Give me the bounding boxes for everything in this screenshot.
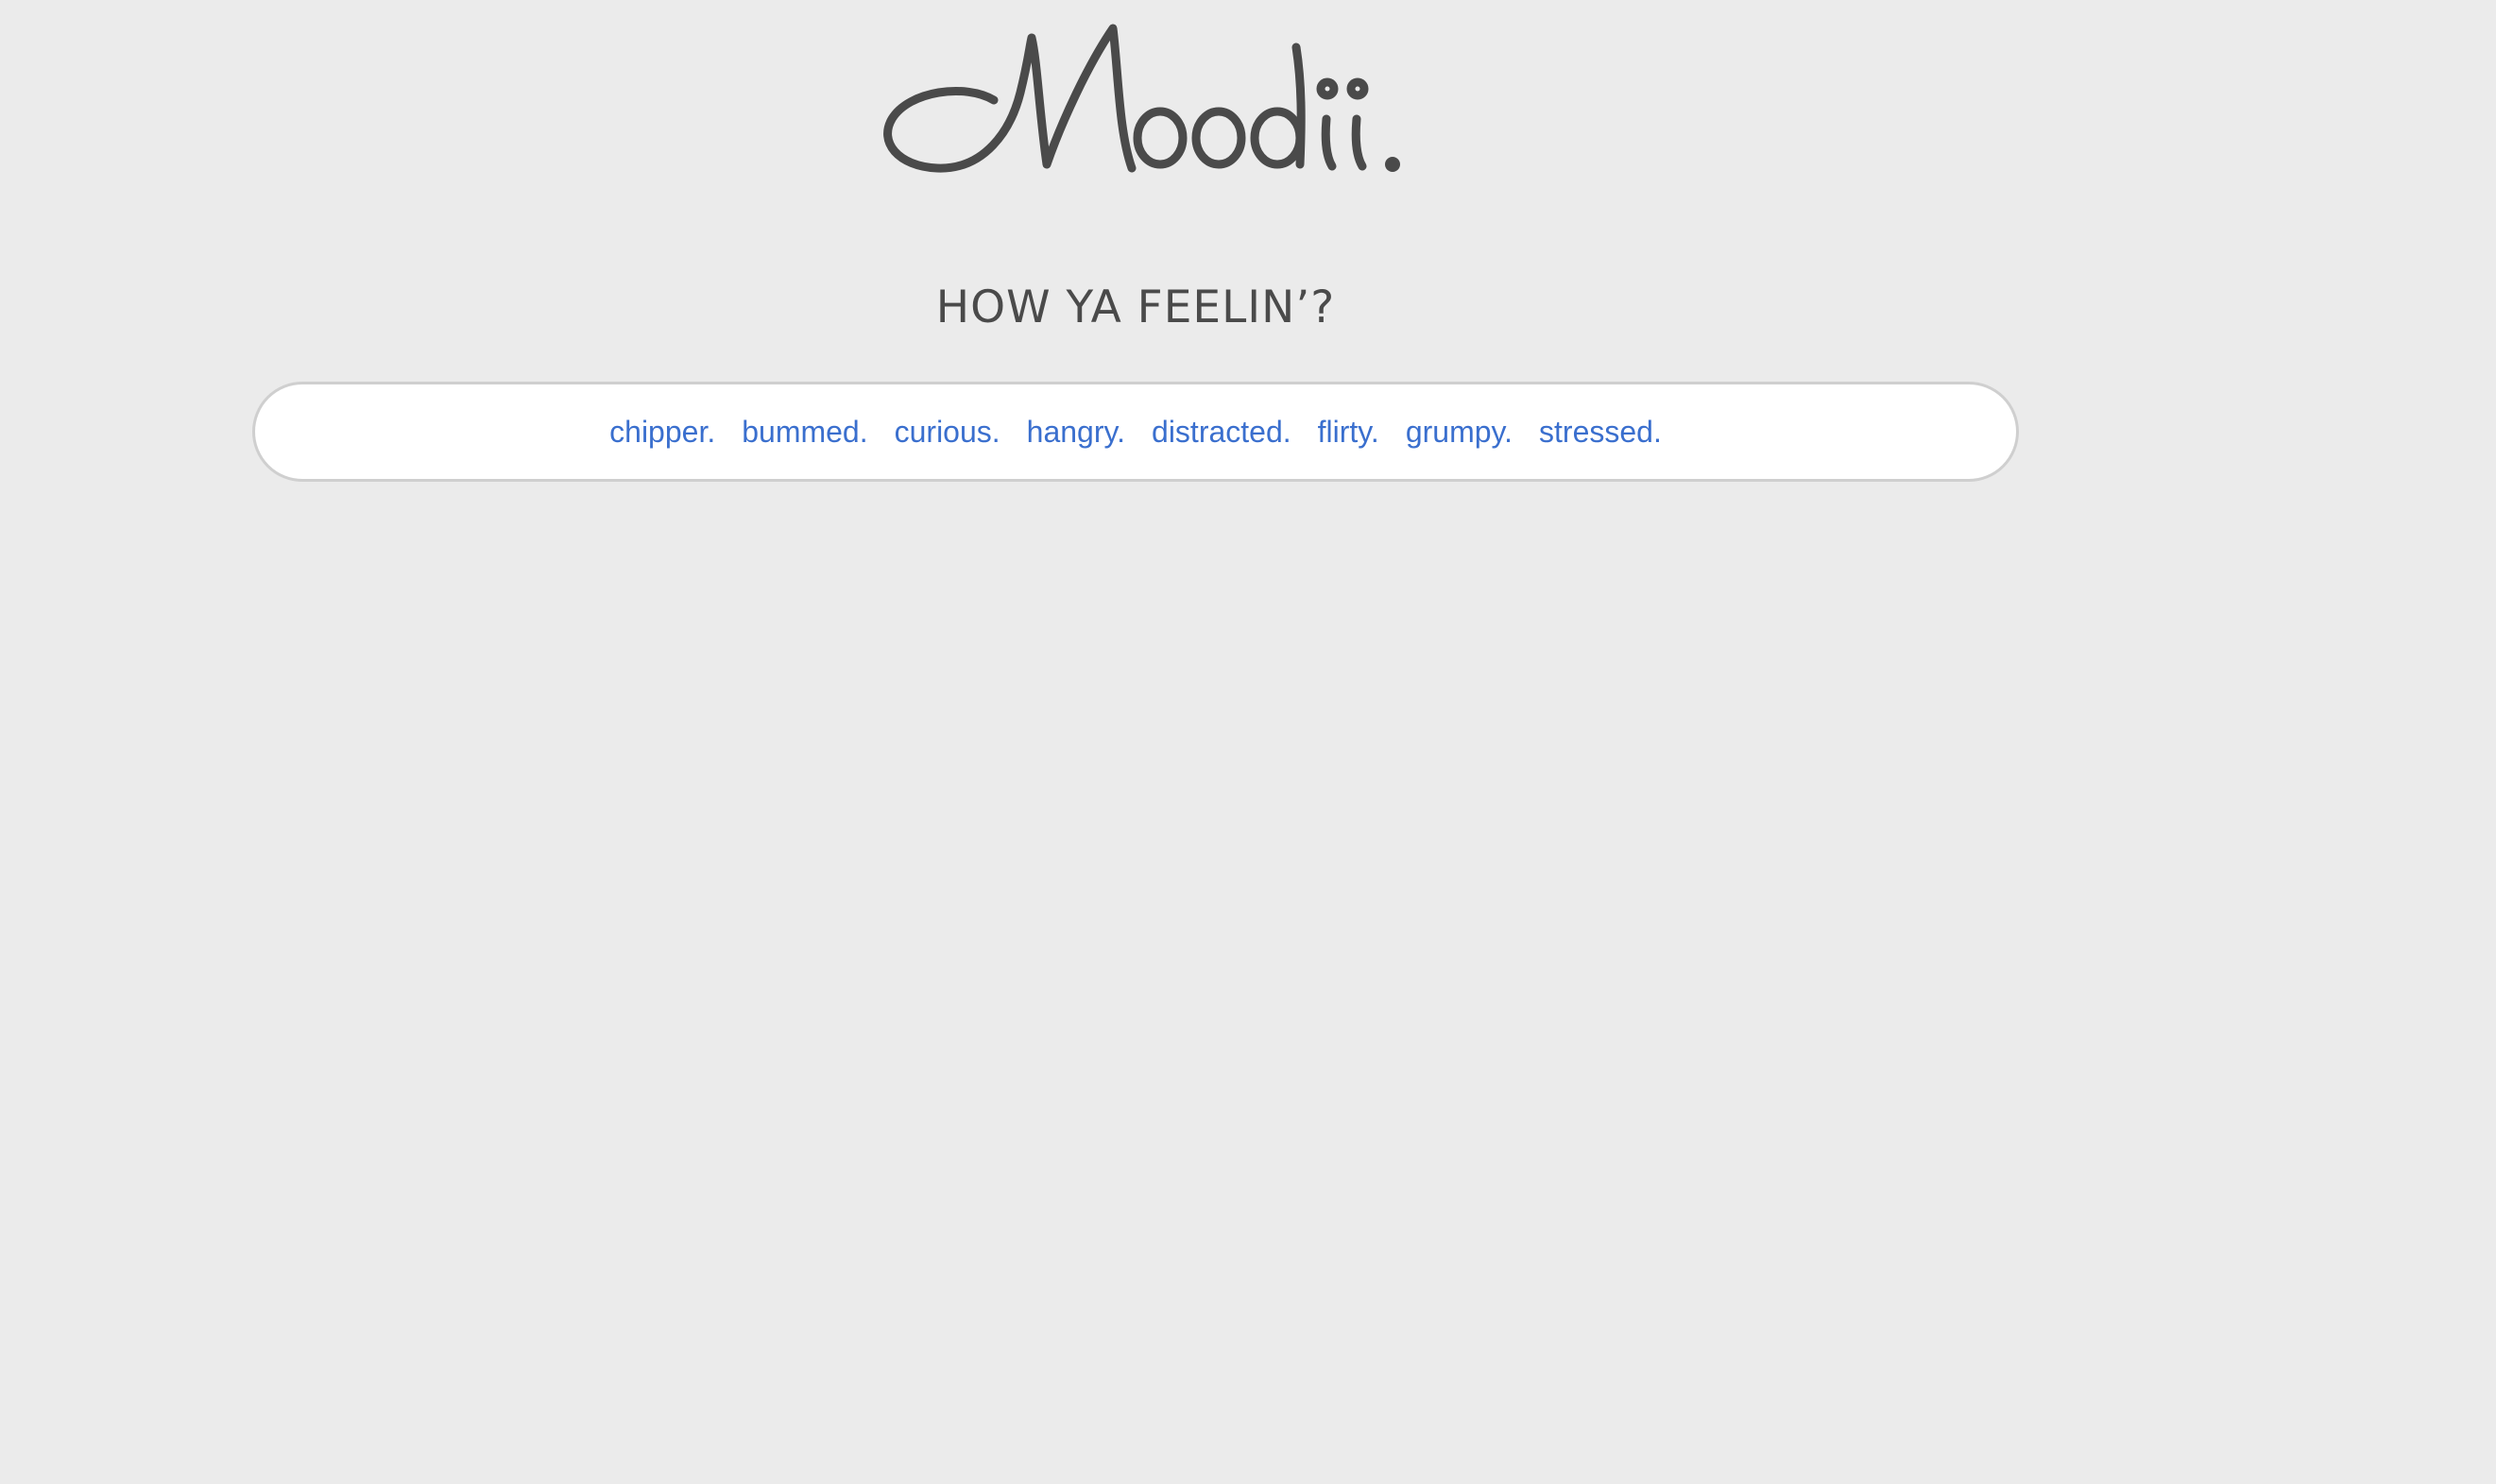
mood-link-bummed[interactable]: bummed. — [742, 415, 867, 449]
app-logo — [0, 8, 2271, 192]
mood-link-chipper[interactable]: chipper. — [609, 415, 715, 449]
mood-item: distracted. — [1152, 415, 1291, 450]
mood-item: bummed. — [742, 415, 867, 450]
mood-prompt-heading: HOW YA FEELIN’? — [935, 281, 1336, 333]
mood-link-distracted[interactable]: distracted. — [1152, 415, 1291, 449]
mood-selector-bar: chipper. bummed. curious. hangry. distra… — [252, 382, 2019, 482]
mood-item: chipper. — [609, 415, 715, 450]
mood-item: stressed. — [1539, 415, 1662, 450]
mood-item: curious. — [895, 415, 1000, 450]
mood-link-flirty[interactable]: flirty. — [1318, 415, 1379, 449]
mood-link-hangry[interactable]: hangry. — [1027, 415, 1125, 449]
mood-item: hangry. — [1027, 415, 1125, 450]
mood-item: grumpy. — [1406, 415, 1513, 450]
mood-link-grumpy[interactable]: grumpy. — [1406, 415, 1513, 449]
mood-list: chipper. bummed. curious. hangry. distra… — [596, 415, 1675, 450]
moodii-script-logo — [883, 24, 1400, 173]
mood-item: flirty. — [1318, 415, 1379, 450]
mood-link-stressed[interactable]: stressed. — [1539, 415, 1662, 449]
mood-link-curious[interactable]: curious. — [895, 415, 1000, 449]
